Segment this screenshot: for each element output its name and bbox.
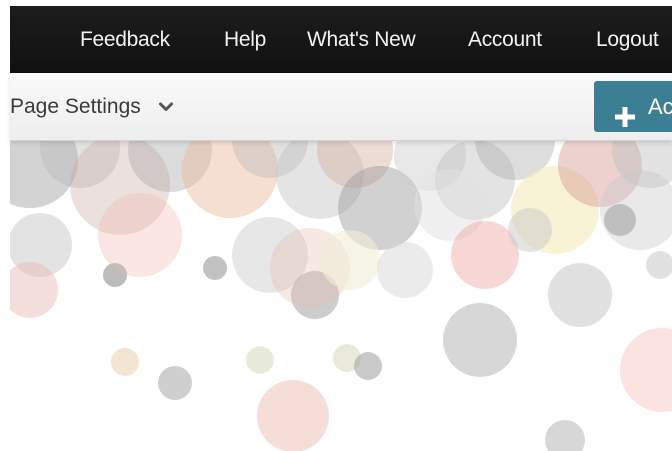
bokeh-pattern-image: [10, 140, 672, 451]
chevron-down-icon: [158, 72, 173, 139]
page-settings-label: Page Settings: [10, 95, 141, 118]
top-navigation-bar: Feedback Help What's New Account Logout: [10, 6, 672, 73]
nav-logout-link[interactable]: Logout: [596, 6, 659, 73]
add-button[interactable]: Ac: [594, 81, 672, 132]
page-toolbar: Page Settings Ac: [10, 73, 672, 141]
nav-feedback-link[interactable]: Feedback: [80, 6, 170, 73]
nav-account-link[interactable]: Account: [468, 6, 542, 73]
plus-icon: [614, 95, 636, 132]
add-button-label: Ac: [648, 94, 672, 119]
nav-whats-new-link[interactable]: What's New: [307, 6, 416, 73]
nav-help-link[interactable]: Help: [224, 6, 266, 73]
page-settings-dropdown[interactable]: Page Settings: [10, 73, 173, 140]
bokeh-background-banner: [10, 140, 672, 451]
